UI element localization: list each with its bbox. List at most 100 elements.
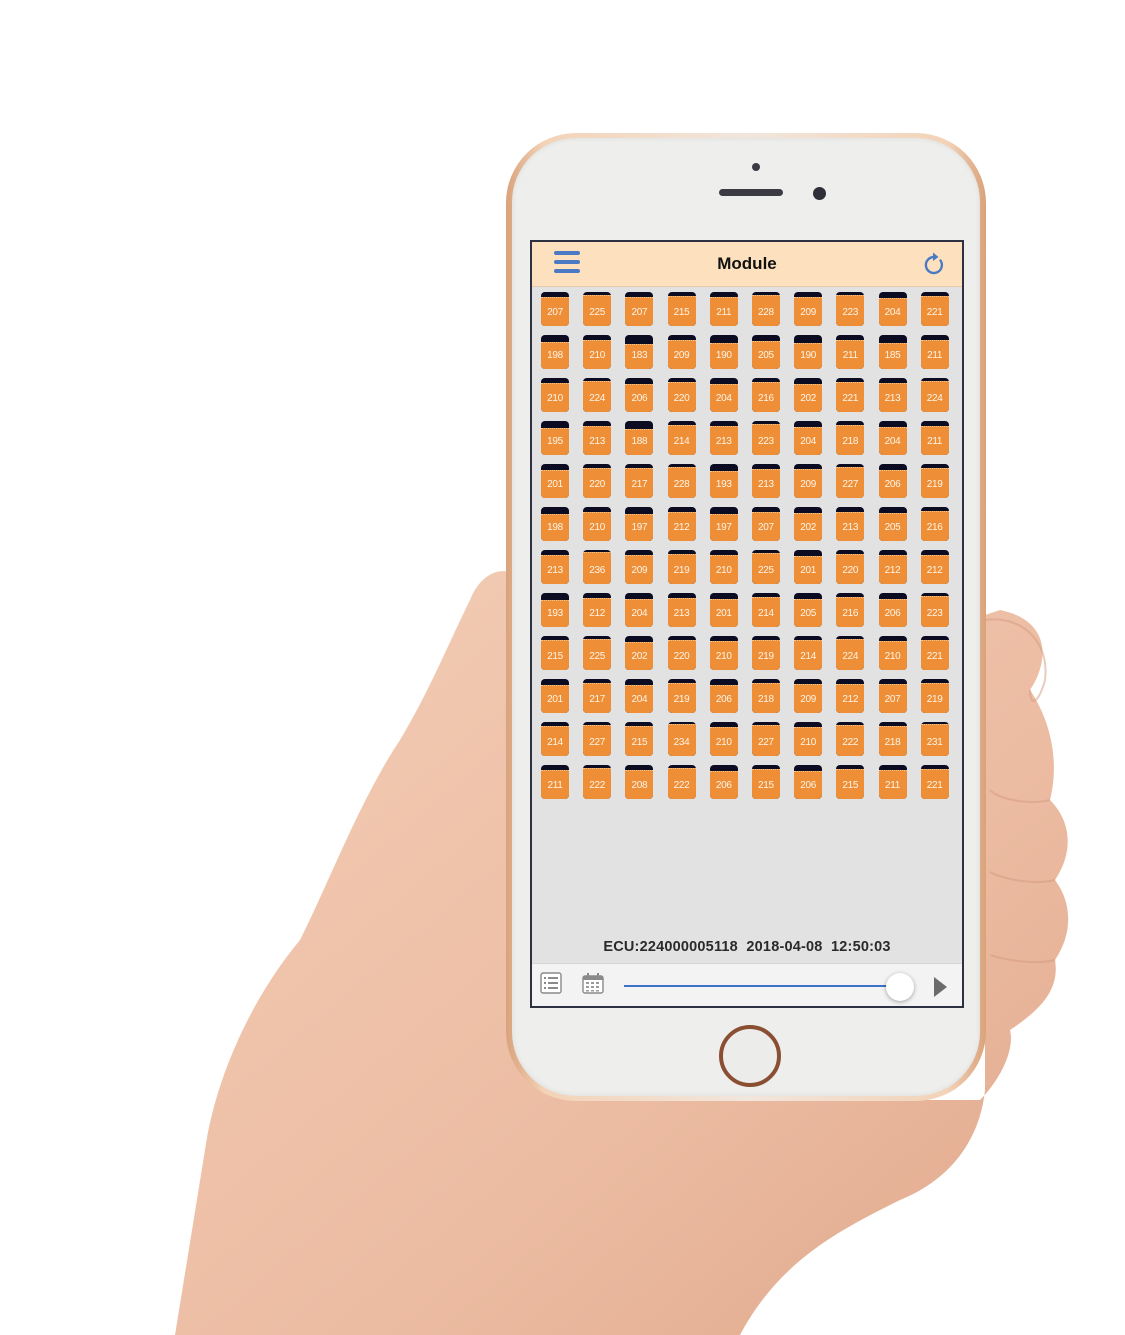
refresh-icon[interactable]: [922, 251, 946, 277]
module-tile[interactable]: 227: [751, 722, 780, 756]
module-tile[interactable]: 210: [583, 335, 612, 369]
module-tile[interactable]: 215: [625, 722, 654, 756]
module-tile[interactable]: 218: [751, 679, 780, 713]
module-tile[interactable]: 201: [794, 550, 823, 584]
module-tile[interactable]: 221: [920, 292, 949, 326]
list-icon[interactable]: [540, 972, 562, 994]
module-tile[interactable]: 215: [836, 765, 865, 799]
module-tile[interactable]: 228: [667, 464, 696, 498]
module-tile[interactable]: 207: [541, 292, 569, 326]
module-tile[interactable]: 223: [836, 292, 865, 326]
home-button[interactable]: [719, 1025, 781, 1087]
module-tile[interactable]: 209: [794, 464, 823, 498]
module-tile[interactable]: 190: [794, 335, 823, 369]
module-tile[interactable]: 205: [751, 335, 780, 369]
module-tile[interactable]: 201: [709, 593, 738, 627]
module-tile[interactable]: 213: [667, 593, 696, 627]
module-tile[interactable]: 202: [625, 636, 654, 670]
module-tile[interactable]: 204: [794, 421, 823, 455]
play-icon[interactable]: [934, 977, 947, 997]
module-tile[interactable]: 214: [667, 421, 696, 455]
module-tile[interactable]: 220: [667, 636, 696, 670]
module-tile[interactable]: 209: [794, 679, 823, 713]
module-tile[interactable]: 210: [709, 636, 738, 670]
module-tile[interactable]: 219: [920, 464, 949, 498]
module-tile[interactable]: 204: [709, 378, 738, 412]
playback-slider-thumb[interactable]: [885, 973, 914, 1001]
module-tile[interactable]: 206: [794, 765, 823, 799]
module-tile[interactable]: 210: [709, 722, 738, 756]
module-tile[interactable]: 236: [583, 550, 612, 584]
module-tile[interactable]: 208: [625, 765, 654, 799]
module-tile[interactable]: 193: [541, 593, 569, 627]
module-tile[interactable]: 213: [836, 507, 865, 541]
module-tile[interactable]: 217: [583, 679, 612, 713]
module-tile[interactable]: 212: [836, 679, 865, 713]
module-tile[interactable]: 193: [709, 464, 738, 498]
module-tile[interactable]: 204: [878, 292, 907, 326]
module-tile[interactable]: 218: [836, 421, 865, 455]
module-tile[interactable]: 185: [878, 335, 907, 369]
module-tile[interactable]: 223: [920, 593, 949, 627]
module-tile[interactable]: 220: [583, 464, 612, 498]
module-tile[interactable]: 212: [878, 550, 907, 584]
module-tile[interactable]: 207: [625, 292, 654, 326]
module-tile[interactable]: 211: [541, 765, 569, 799]
module-tile[interactable]: 225: [751, 550, 780, 584]
module-tile[interactable]: 214: [541, 722, 569, 756]
module-tile[interactable]: 206: [625, 378, 654, 412]
module-tile[interactable]: 207: [878, 679, 907, 713]
module-tile[interactable]: 214: [794, 636, 823, 670]
calendar-icon[interactable]: [582, 972, 604, 994]
module-tile[interactable]: 183: [625, 335, 654, 369]
module-tile[interactable]: 218: [878, 722, 907, 756]
module-tile[interactable]: 220: [667, 378, 696, 412]
module-tile[interactable]: 202: [794, 507, 823, 541]
module-tile[interactable]: 228: [751, 292, 780, 326]
module-tile[interactable]: 197: [709, 507, 738, 541]
module-tile[interactable]: 219: [667, 550, 696, 584]
module-tile[interactable]: 188: [625, 421, 654, 455]
module-tile[interactable]: 214: [751, 593, 780, 627]
module-tile[interactable]: 205: [878, 507, 907, 541]
module-tile[interactable]: 206: [878, 464, 907, 498]
module-tile[interactable]: 224: [583, 378, 612, 412]
module-tile[interactable]: 216: [836, 593, 865, 627]
module-tile[interactable]: 219: [667, 679, 696, 713]
module-tile[interactable]: 224: [920, 378, 949, 412]
module-tile[interactable]: 209: [625, 550, 654, 584]
module-tile[interactable]: 223: [751, 421, 780, 455]
module-tile[interactable]: 206: [709, 679, 738, 713]
playback-slider-track[interactable]: [624, 985, 914, 987]
module-tile[interactable]: 213: [878, 378, 907, 412]
module-tile[interactable]: 213: [709, 421, 738, 455]
module-tile[interactable]: 219: [920, 679, 949, 713]
module-tile[interactable]: 209: [667, 335, 696, 369]
module-tile[interactable]: 213: [583, 421, 612, 455]
module-tile[interactable]: 215: [751, 765, 780, 799]
module-tile[interactable]: 222: [836, 722, 865, 756]
module-tile[interactable]: 204: [878, 421, 907, 455]
module-tile[interactable]: 210: [583, 507, 612, 541]
module-tile[interactable]: 198: [541, 507, 569, 541]
module-tile[interactable]: 201: [541, 464, 569, 498]
module-tile[interactable]: 202: [794, 378, 823, 412]
module-tile[interactable]: 198: [541, 335, 569, 369]
module-tile[interactable]: 212: [920, 550, 949, 584]
module-tile[interactable]: 224: [836, 636, 865, 670]
module-tile[interactable]: 190: [709, 335, 738, 369]
module-tile[interactable]: 210: [709, 550, 738, 584]
module-tile[interactable]: 201: [541, 679, 569, 713]
module-tile[interactable]: 210: [878, 636, 907, 670]
module-tile[interactable]: 195: [541, 421, 569, 455]
module-tile[interactable]: 221: [920, 765, 949, 799]
module-tile[interactable]: 227: [583, 722, 612, 756]
module-tile[interactable]: 225: [583, 292, 612, 326]
module-tile[interactable]: 215: [541, 636, 569, 670]
module-tile[interactable]: 207: [751, 507, 780, 541]
module-tile[interactable]: 227: [836, 464, 865, 498]
module-tile[interactable]: 222: [667, 765, 696, 799]
module-tile[interactable]: 220: [836, 550, 865, 584]
module-tile[interactable]: 204: [625, 679, 654, 713]
module-tile[interactable]: 210: [541, 378, 569, 412]
